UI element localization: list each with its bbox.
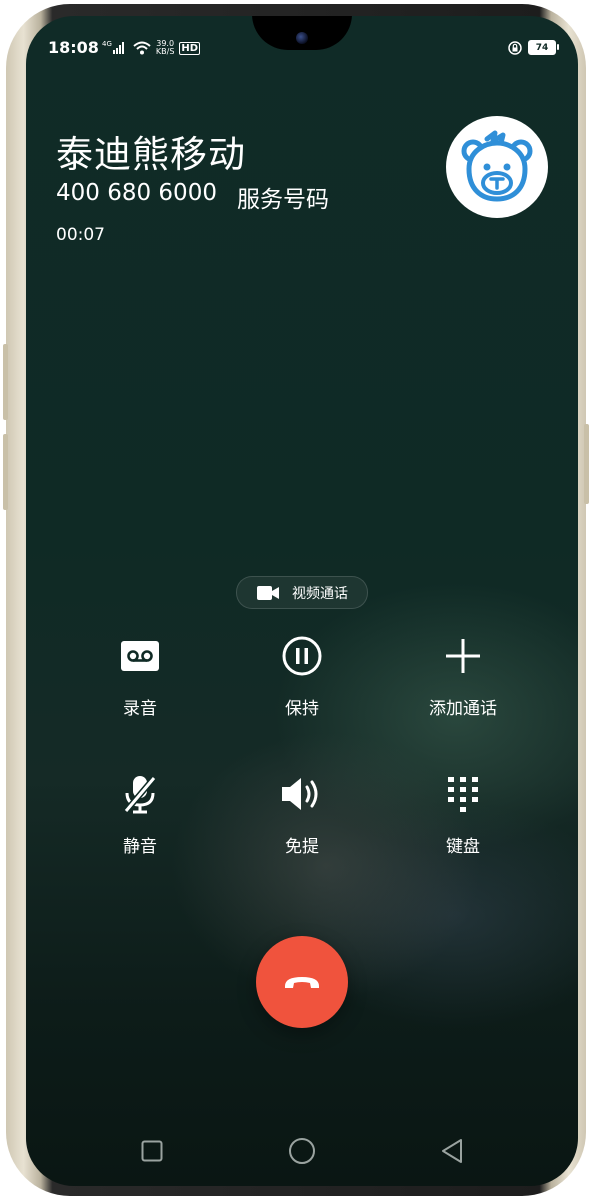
lock-icon bbox=[508, 40, 522, 55]
hold-label: 保持 bbox=[285, 699, 319, 719]
recents-button[interactable] bbox=[132, 1131, 172, 1171]
home-circle-icon bbox=[289, 1138, 315, 1164]
dialpad-icon bbox=[448, 777, 478, 812]
back-triangle-icon bbox=[442, 1139, 462, 1163]
video-call-label: 视频通话 bbox=[292, 585, 348, 602]
navigation-bar bbox=[26, 1131, 578, 1171]
speed-unit: KB/S bbox=[155, 47, 175, 56]
speaker-button[interactable]: 免提 bbox=[242, 770, 362, 857]
keypad-button[interactable]: 键盘 bbox=[403, 770, 523, 857]
call-duration: 00:07 bbox=[56, 225, 105, 245]
hang-up-icon bbox=[285, 977, 319, 988]
caller-number: 400 680 6000 bbox=[56, 180, 217, 206]
status-icons: 4G 39.0 KB/S HD bbox=[102, 38, 201, 58]
speaker-label: 免提 bbox=[285, 837, 319, 857]
phone-frame: 18:08 4G 39.0 KB/S HD 74 泰迪熊移动 400 680 6… bbox=[3, 4, 589, 1196]
power-button bbox=[584, 424, 589, 504]
add-call-label: 添加通话 bbox=[429, 699, 497, 719]
mute-label: 静音 bbox=[123, 837, 157, 857]
record-label: 录音 bbox=[123, 699, 157, 719]
teddy-bear-logo-icon bbox=[461, 130, 533, 202]
battery-icon: 74 bbox=[528, 40, 559, 55]
volume-up-button bbox=[3, 344, 8, 420]
wifi-icon bbox=[133, 41, 151, 55]
caller-name: 泰迪熊移动 bbox=[56, 133, 246, 176]
hd-badge: HD bbox=[179, 41, 201, 55]
network-speed: 39.0 KB/S bbox=[156, 40, 175, 56]
status-right: 74 bbox=[508, 40, 559, 55]
call-screen: 18:08 4G 39.0 KB/S HD 74 泰迪熊移动 400 680 6… bbox=[26, 16, 578, 1186]
network-type: 4G bbox=[102, 39, 112, 48]
pause-circle-icon bbox=[282, 636, 322, 676]
record-button[interactable]: 录音 bbox=[80, 632, 200, 719]
volume-down-button bbox=[3, 434, 8, 510]
front-camera bbox=[296, 32, 308, 44]
keypad-label: 键盘 bbox=[446, 837, 480, 857]
end-call-button[interactable] bbox=[256, 936, 348, 1028]
number-type: 服务号码 bbox=[236, 187, 329, 213]
home-button[interactable] bbox=[282, 1131, 322, 1171]
caller-avatar bbox=[446, 116, 548, 218]
hold-button[interactable]: 保持 bbox=[242, 632, 362, 719]
caller-number-row: 400 680 6000 服务号码 bbox=[56, 180, 329, 214]
mute-button[interactable]: 静音 bbox=[80, 770, 200, 857]
mic-off-icon bbox=[123, 776, 157, 814]
status-time: 18:08 bbox=[48, 38, 99, 57]
add-call-button[interactable]: 添加通话 bbox=[403, 632, 523, 719]
recents-square-icon bbox=[141, 1140, 163, 1162]
signal-icon bbox=[112, 42, 124, 54]
plus-icon bbox=[446, 639, 480, 673]
speaker-icon bbox=[282, 778, 318, 810]
voicemail-icon bbox=[121, 641, 159, 671]
video-camera-icon bbox=[257, 585, 279, 600]
back-button[interactable] bbox=[432, 1131, 472, 1171]
video-call-button[interactable]: 视频通话 bbox=[236, 576, 368, 609]
